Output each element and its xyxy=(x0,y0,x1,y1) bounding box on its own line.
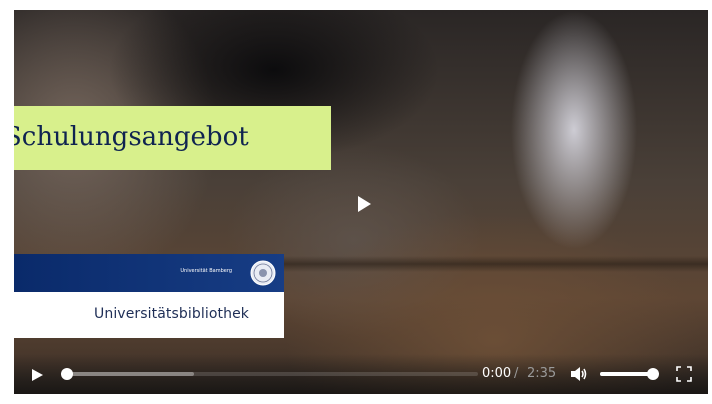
control-bar: 0:00 / 2:35 xyxy=(14,354,708,394)
time-separator: / xyxy=(514,366,519,381)
university-name: Universität Bamberg xyxy=(180,268,232,274)
time-current: 0:00 xyxy=(482,366,512,381)
play-button[interactable] xyxy=(30,367,44,381)
video-player[interactable]: Schulungsangebot Universität Bamberg Uni… xyxy=(14,10,708,394)
fullscreen-button[interactable] xyxy=(676,366,692,382)
logo-card-header: Universität Bamberg xyxy=(14,254,284,292)
play-icon xyxy=(32,369,43,381)
mute-button[interactable] xyxy=(570,366,588,382)
video-frame-detail xyxy=(224,256,708,272)
title-overlay-text: Schulungsangebot xyxy=(14,122,249,152)
play-icon xyxy=(358,196,371,212)
volume-slider[interactable] xyxy=(600,368,660,380)
library-name: Universitätsbibliothek xyxy=(94,306,249,322)
volume-handle[interactable] xyxy=(647,368,660,380)
volume-level xyxy=(600,372,654,376)
university-seal-icon xyxy=(250,260,276,286)
time-total: 2:35 xyxy=(527,366,557,381)
progress-handle[interactable] xyxy=(61,368,73,380)
progress-buffered xyxy=(66,372,194,376)
volume-icon xyxy=(571,367,587,381)
center-play-button[interactable] xyxy=(354,194,374,214)
fullscreen-icon xyxy=(676,366,692,382)
logo-card: Universität Bamberg Universitätsbiblioth… xyxy=(14,254,284,338)
progress-bar[interactable] xyxy=(61,368,478,380)
